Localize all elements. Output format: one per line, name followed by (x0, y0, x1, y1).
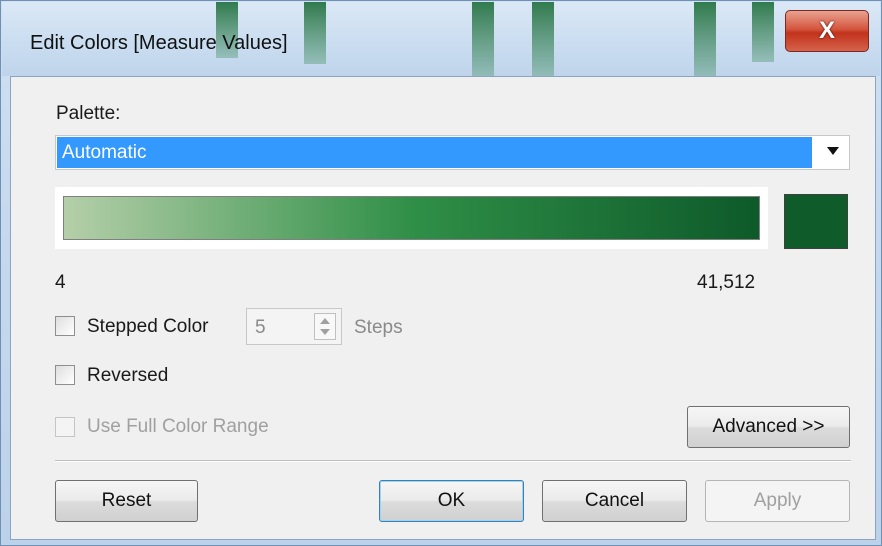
close-icon: X (818, 17, 835, 44)
background-bar (532, 2, 554, 76)
color-gradient-ramp[interactable] (63, 196, 760, 240)
dropdown-arrow-icon[interactable] (827, 147, 839, 155)
title-bar[interactable]: Edit Colors [Measure Values] (2, 2, 880, 76)
dialog-content: Palette: Automatic 4 41,512 Stepped Colo… (10, 76, 876, 540)
reset-button[interactable]: Reset (55, 480, 198, 522)
dialog-window: Edit Colors [Measure Values] X Palette: … (0, 0, 882, 546)
advanced-button[interactable]: Advanced >> (687, 406, 850, 448)
spin-down-icon[interactable] (320, 329, 330, 335)
spin-buttons[interactable] (314, 313, 336, 340)
use-full-color-range-label: Use Full Color Range (87, 416, 269, 437)
range-min-label: 4 (55, 272, 66, 293)
close-button[interactable]: X (785, 10, 869, 52)
use-full-color-range-checkbox[interactable] (55, 417, 75, 437)
reversed-checkbox[interactable] (55, 365, 75, 385)
palette-selected-value: Automatic (57, 137, 812, 168)
stepped-color-label: Stepped Color (87, 316, 209, 337)
background-bar (694, 2, 716, 76)
background-bar (472, 2, 494, 76)
palette-label: Palette: (56, 103, 121, 124)
color-ramp-box (55, 187, 768, 249)
background-bar (304, 2, 326, 64)
range-max-label: 41,512 (697, 272, 756, 293)
ok-button[interactable]: OK (379, 480, 524, 522)
end-color-swatch[interactable] (784, 194, 848, 249)
background-bar (752, 2, 774, 62)
divider (55, 460, 851, 462)
stepped-color-checkbox[interactable] (55, 316, 75, 336)
cancel-button[interactable]: Cancel (542, 480, 687, 522)
palette-dropdown[interactable]: Automatic (55, 135, 850, 170)
window-title: Edit Colors [Measure Values] (30, 32, 288, 54)
steps-value: 5 (255, 317, 266, 338)
steps-label: Steps (354, 317, 403, 338)
reversed-label: Reversed (87, 365, 169, 386)
apply-button[interactable]: Apply (705, 480, 850, 522)
spin-up-icon[interactable] (320, 318, 330, 324)
steps-stepper[interactable]: 5 (246, 308, 342, 345)
